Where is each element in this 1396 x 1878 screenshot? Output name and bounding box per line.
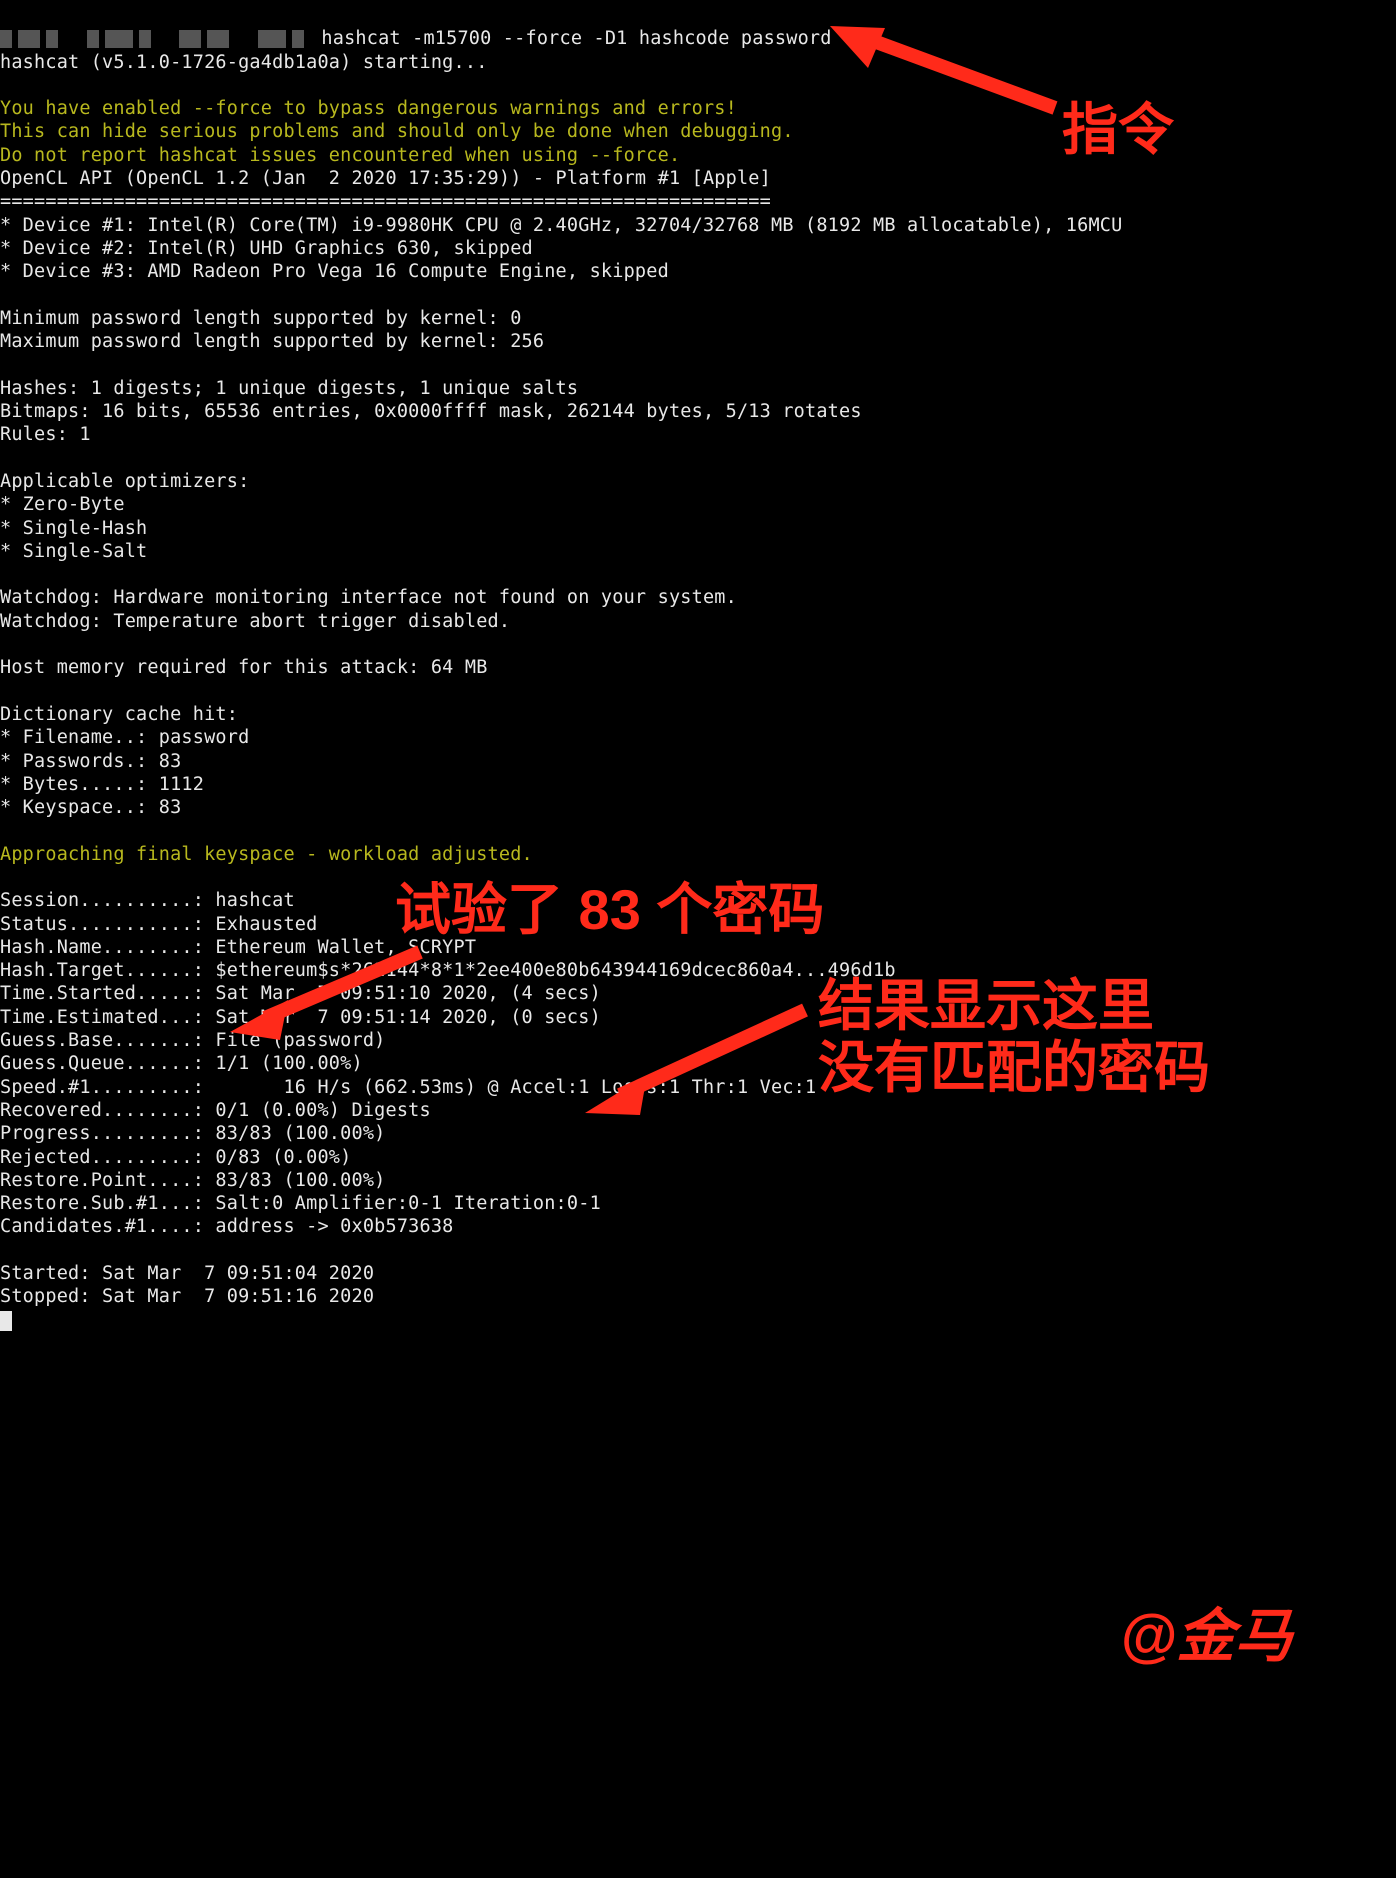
separator: ========================================…	[0, 191, 771, 212]
status-session: Session..........: hashcat	[0, 890, 295, 911]
hashes-line: Hashes: 1 digests; 1 unique digests, 1 u…	[0, 378, 578, 399]
dict-filename: * Filename..: password	[0, 727, 249, 748]
status-guess-base: Guess.Base.......: File (password)	[0, 1030, 386, 1051]
started-time: Started: Sat Mar 7 09:51:04 2020	[0, 1263, 374, 1284]
terminal-output: hashcat -m15700 --force -D1 hashcode pas…	[0, 0, 1396, 1352]
status-status: Status...........: Exhausted	[0, 914, 317, 935]
bitmaps-line: Bitmaps: 16 bits, 65536 entries, 0x0000f…	[0, 401, 862, 422]
status-speed: Speed.#1.........: 16 H/s (662.53ms) @ A…	[0, 1077, 816, 1098]
device-3: * Device #3: AMD Radeon Pro Vega 16 Comp…	[0, 261, 669, 282]
device-1: * Device #1: Intel(R) Core(TM) i9-9980HK…	[0, 215, 1122, 236]
optimizers-header: Applicable optimizers:	[0, 471, 249, 492]
watchdog-1: Watchdog: Hardware monitoring interface …	[0, 587, 737, 608]
optimizer-2: * Single-Hash	[0, 518, 147, 539]
opencl-header: OpenCL API (OpenCL 1.2 (Jan 2 2020 17:35…	[0, 168, 771, 189]
status-hashname: Hash.Name........: Ethereum Wallet, SCRY…	[0, 937, 476, 958]
command-line: hashcat -m15700 --force -D1 hashcode pas…	[310, 28, 832, 49]
status-progress: Progress.........: 83/83 (100.00%)	[0, 1123, 386, 1144]
warning-line-1: You have enabled --force to bypass dange…	[0, 98, 737, 119]
cursor	[0, 1311, 12, 1331]
status-candidates: Candidates.#1....: address -> 0x0b573638	[0, 1216, 454, 1237]
min-password: Minimum password length supported by ker…	[0, 308, 522, 329]
status-recovered: Recovered........: 0/1 (0.00%) Digests	[0, 1100, 431, 1121]
approaching-line: Approaching final keyspace - workload ad…	[0, 844, 533, 865]
status-target: Hash.Target......: $ethereum$s*262144*8*…	[0, 960, 896, 981]
max-password: Maximum password length supported by ker…	[0, 331, 544, 352]
dict-keyspace: * Keyspace..: 83	[0, 797, 181, 818]
status-rejected: Rejected.........: 0/83 (0.00%)	[0, 1147, 351, 1168]
annotation-watermark: @金马	[1120, 1600, 1293, 1673]
status-restore-sub: Restore.Sub.#1...: Salt:0 Amplifier:0-1 …	[0, 1193, 601, 1214]
optimizer-1: * Zero-Byte	[0, 494, 125, 515]
stopped-time: Stopped: Sat Mar 7 09:51:16 2020	[0, 1286, 374, 1307]
starting-line: hashcat (v5.1.0-1726-ga4db1a0a) starting…	[0, 52, 488, 73]
warning-line-3: Do not report hashcat issues encountered…	[0, 145, 680, 166]
device-2: * Device #2: Intel(R) UHD Graphics 630, …	[0, 238, 533, 259]
warning-line-2: This can hide serious problems and shoul…	[0, 121, 794, 142]
watchdog-2: Watchdog: Temperature abort trigger disa…	[0, 611, 510, 632]
dict-passwords: * Passwords.: 83	[0, 751, 181, 772]
status-estimated: Time.Estimated...: Sat Mar 7 09:51:14 20…	[0, 1007, 601, 1028]
optimizer-3: * Single-Salt	[0, 541, 147, 562]
host-memory: Host memory required for this attack: 64…	[0, 657, 488, 678]
dict-cache-header: Dictionary cache hit:	[0, 704, 238, 725]
rules-line: Rules: 1	[0, 424, 91, 445]
status-started: Time.Started.....: Sat Mar 7 09:51:10 20…	[0, 983, 601, 1004]
prompt-redacted	[0, 28, 310, 49]
status-restore-point: Restore.Point....: 83/83 (100.00%)	[0, 1170, 386, 1191]
status-guess-queue: Guess.Queue......: 1/1 (100.00%)	[0, 1053, 363, 1074]
dict-bytes: * Bytes.....: 1112	[0, 774, 204, 795]
